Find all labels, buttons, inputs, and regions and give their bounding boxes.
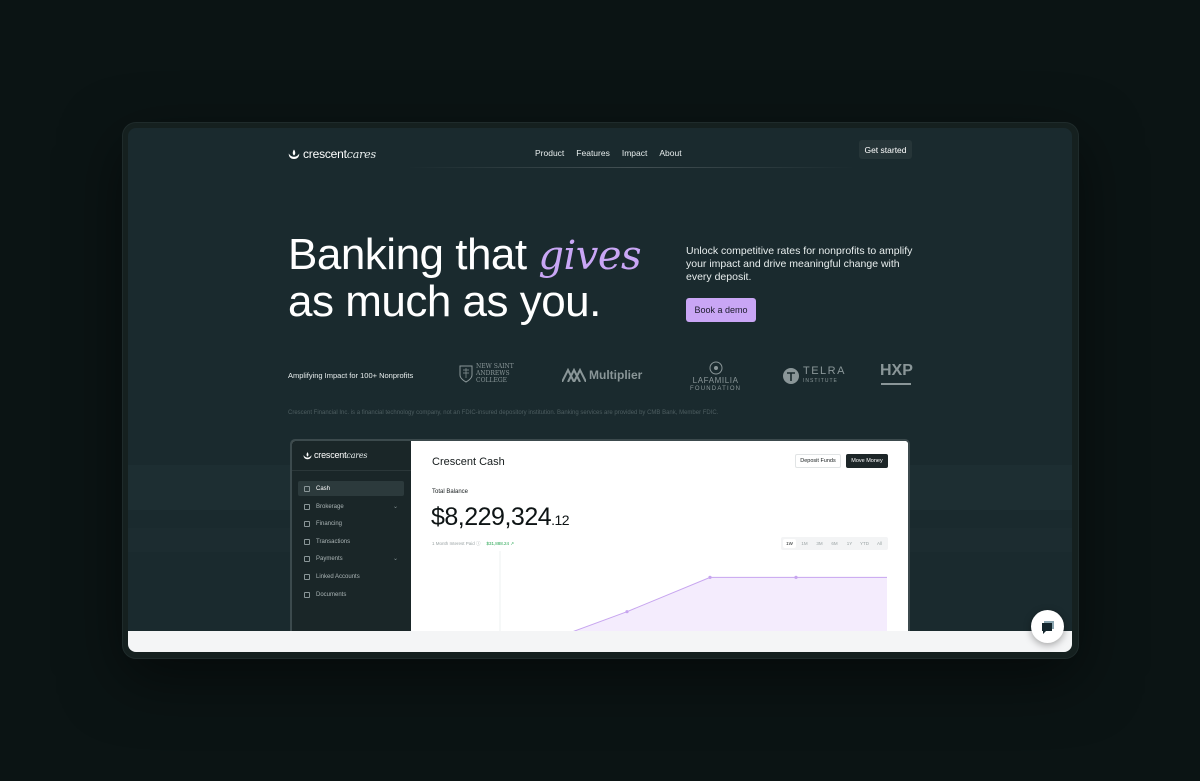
interest-label: 1 Month Interest Paid ⓘ bbox=[432, 541, 481, 546]
sidebar-item-label: Linked Accounts bbox=[316, 573, 360, 580]
sidebar-item-documents[interactable]: Documents bbox=[298, 587, 404, 602]
nav-divider bbox=[406, 167, 856, 168]
linked-accounts-icon bbox=[304, 573, 310, 580]
lafamilia-sub: FOUNDATION bbox=[690, 386, 742, 392]
sidebar-item-label: Payments bbox=[316, 555, 343, 562]
nsa-text: NEW SAINT ANDREWS COLLEGE bbox=[476, 364, 514, 384]
crescent-logo-icon bbox=[288, 149, 300, 159]
lafamilia-text: LAFAMILIA bbox=[692, 376, 739, 385]
financing-icon bbox=[304, 520, 310, 527]
hero-title: Banking that gives as much as you. bbox=[288, 230, 642, 326]
sidebar-item-cash[interactable]: Cash bbox=[298, 481, 404, 496]
brokerage-icon bbox=[304, 503, 310, 510]
shield-icon bbox=[459, 365, 473, 383]
sidebar-item-brokerage[interactable]: Brokerage ⌄ bbox=[298, 499, 404, 514]
balance-cents: .12 bbox=[551, 512, 570, 528]
range-1w[interactable]: 1W bbox=[783, 539, 796, 548]
chat-icon bbox=[1041, 620, 1054, 634]
disclaimer: Crescent Financial Inc. is a financial t… bbox=[288, 410, 719, 416]
sidebar-divider bbox=[292, 470, 411, 471]
multiplier-icon bbox=[562, 368, 586, 382]
range-1y[interactable]: 1Y bbox=[843, 539, 856, 548]
dashboard-sidebar: crescentcares Cash Brokerage ⌄ Financing… bbox=[292, 441, 411, 652]
balance-value: $8,229,324.12 bbox=[431, 503, 570, 532]
book-demo-button[interactable]: Book a demo bbox=[686, 298, 756, 322]
website-screen: crescentcares Product Features Impact Ab… bbox=[128, 128, 1072, 652]
range-3m[interactable]: 3M bbox=[813, 539, 826, 548]
chart-point bbox=[708, 575, 712, 579]
move-money-button[interactable]: Move Money bbox=[846, 454, 888, 468]
range-1m[interactable]: 1M bbox=[798, 539, 811, 548]
telra-text: TELRA INSTITUTE bbox=[803, 366, 846, 386]
sidebar-item-label: Transactions bbox=[316, 538, 351, 545]
sidebar-item-payments[interactable]: Payments ⌄ bbox=[298, 551, 404, 566]
range-ytd[interactable]: YTD bbox=[858, 539, 871, 548]
interest-value: $31,888.24 ↗ bbox=[486, 541, 515, 546]
hero-subtitle: Unlock competitive rates for nonprofits … bbox=[686, 245, 913, 283]
sidebar-item-label: Brokerage bbox=[316, 503, 344, 510]
documents-icon bbox=[304, 591, 310, 598]
sidebar-item-label: Financing bbox=[316, 520, 343, 527]
range-6m[interactable]: 6M bbox=[828, 539, 841, 548]
chart-point bbox=[794, 575, 798, 579]
chart-point bbox=[625, 610, 629, 614]
sidebar-item-label: Cash bbox=[316, 485, 331, 492]
page-title: Crescent Cash bbox=[432, 456, 505, 468]
chevron-down-icon: ⌄ bbox=[392, 504, 398, 510]
sidebar-brand-name: crescentcares bbox=[314, 450, 368, 460]
chevron-down-icon: ⌄ bbox=[392, 556, 398, 562]
nav-link-about[interactable]: About bbox=[659, 148, 681, 158]
telra-icon bbox=[783, 368, 799, 384]
payments-icon bbox=[304, 555, 310, 562]
nav-links: Product Features Impact About bbox=[535, 148, 682, 158]
crescent-logo-icon bbox=[303, 451, 312, 459]
dashboard-preview: crescentcares Cash Brokerage ⌄ Financing… bbox=[290, 439, 910, 652]
lafamilia-logo: LAFAMILIA FOUNDATION bbox=[690, 361, 741, 392]
partners-label: Amplifying Impact for 100+ Nonprofits bbox=[288, 371, 414, 380]
hxp-text: HXP bbox=[880, 362, 913, 379]
lafamilia-icon bbox=[709, 361, 723, 375]
balance-label: Total Balance bbox=[432, 489, 469, 495]
page-bottom-band bbox=[128, 631, 1072, 652]
new-saint-andrews-logo: NEW SAINT ANDREWS COLLEGE bbox=[459, 364, 514, 384]
multiplier-text: Multiplier bbox=[589, 368, 643, 382]
telra-name: TELRA bbox=[803, 365, 846, 377]
telra-logo: TELRA INSTITUTE bbox=[782, 366, 846, 386]
nav-link-features[interactable]: Features bbox=[576, 148, 610, 158]
transactions-icon bbox=[304, 538, 310, 545]
brand-name: crescentcares bbox=[303, 147, 376, 161]
nav-link-product[interactable]: Product bbox=[535, 148, 564, 158]
nsa-line: COLLEGE bbox=[476, 377, 508, 384]
get-started-button[interactable]: Get started bbox=[859, 140, 912, 159]
hxp-logo: HXP bbox=[880, 362, 913, 385]
hero-title-accent: gives bbox=[538, 233, 642, 279]
brand-logo[interactable]: crescentcares bbox=[288, 147, 376, 161]
hero-title-start: Banking that bbox=[288, 230, 539, 279]
interest-row: 1 Month Interest Paid ⓘ $31,888.24 ↗ bbox=[432, 541, 514, 547]
nav-link-impact[interactable]: Impact bbox=[622, 148, 648, 158]
sidebar-item-linked-accounts[interactable]: Linked Accounts bbox=[298, 569, 404, 584]
multiplier-logo: Multiplier bbox=[562, 368, 642, 382]
sidebar-item-transactions[interactable]: Transactions bbox=[298, 534, 404, 549]
dashboard-main: Crescent Cash Deposit Funds Move Money T… bbox=[411, 441, 908, 652]
balance-main: $8,229,324 bbox=[431, 503, 552, 531]
cash-icon bbox=[304, 485, 310, 492]
hxp-underline bbox=[881, 383, 912, 385]
sidebar-item-label: Documents bbox=[316, 591, 347, 598]
range-selector: 1W 1M 3M 6M 1Y YTD All bbox=[781, 537, 888, 550]
chat-widget-button[interactable] bbox=[1031, 610, 1064, 643]
sidebar-item-financing[interactable]: Financing bbox=[298, 516, 404, 531]
deposit-funds-button[interactable]: Deposit Funds bbox=[795, 454, 841, 468]
hero-title-line2: as much as you. bbox=[288, 277, 601, 326]
sidebar-logo: crescentcares bbox=[303, 450, 368, 460]
top-nav: crescentcares Product Features Impact Ab… bbox=[288, 140, 912, 170]
telra-sub: INSTITUTE bbox=[803, 378, 838, 384]
range-all[interactable]: All bbox=[873, 539, 886, 548]
